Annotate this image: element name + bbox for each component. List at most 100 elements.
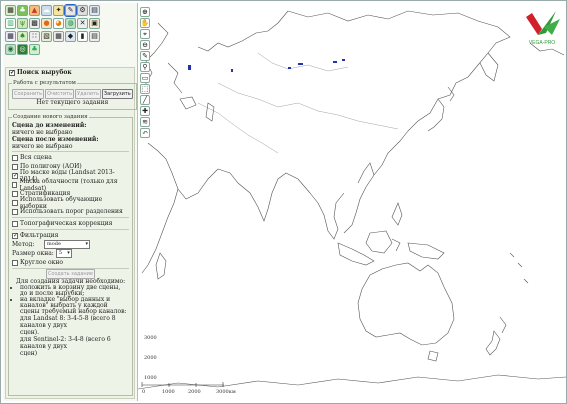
after-scene-value: ничего не выбрано — [12, 143, 73, 150]
select-icon[interactable]: ⌖ — [140, 29, 150, 39]
results-buttons: Сохранить Очистить Удалить Загрузить — [12, 89, 133, 99]
method-row: Метод: mode — [12, 240, 129, 249]
results-status: Нет текущего задания — [36, 99, 109, 106]
table-icon[interactable]: ▤ — [89, 5, 100, 16]
results-group: Работа с результатом Сохранить Очистить … — [8, 80, 137, 110]
tree2-icon[interactable]: ♠ — [17, 31, 28, 42]
option-label: Использовать порог разделения — [20, 208, 123, 215]
delete-button[interactable]: Удалить — [75, 89, 101, 99]
zoom-in-icon[interactable]: ⊕ — [140, 7, 150, 17]
world-map-outline — [138, 10, 566, 390]
tree-icon[interactable]: ♣ — [29, 44, 40, 55]
cloud-icon[interactable]: ☁ — [41, 5, 52, 16]
grid2-icon[interactable]: ▦ — [53, 31, 64, 42]
option-whole-scene[interactable]: Вся сцена — [12, 153, 129, 162]
option-filter[interactable]: Фильтрация — [12, 231, 129, 240]
panel-enable-checkbox[interactable] — [9, 69, 15, 76]
create-row: Создать задание — [12, 269, 129, 279]
grid-icon[interactable]: ▩ — [29, 18, 40, 29]
option-cloud-mask[interactable]: Маска облачности (только для Landsat) — [12, 178, 129, 192]
cube-icon[interactable]: ◆ — [65, 31, 76, 42]
pin-icon[interactable]: ● — [41, 18, 52, 29]
satellite-icon[interactable]: ✦ — [53, 5, 64, 16]
save-button[interactable]: Сохранить — [12, 89, 45, 99]
main-toolbar: ▦ ♣ ▲ ☁ ✦ ✎ ⚙ ▤ ▥ ψ ▩ ● ◕ ◍ ✕ ▣ ▦ ♠ ∷ ▧ … — [5, 4, 133, 63]
rect-icon[interactable]: ⬚ — [140, 84, 150, 94]
topo-checkbox[interactable] — [12, 220, 18, 227]
topo-label: Топографическая коррекция — [20, 220, 113, 227]
chart2-icon[interactable]: ▦ — [5, 31, 16, 42]
image-icon[interactable]: ▣ — [89, 18, 100, 29]
left-panel: ▦ ♣ ▲ ☁ ✦ ✎ ⚙ ▤ ▥ ψ ▩ ● ◕ ◍ ✕ ▣ ▦ ♠ ∷ ▧ … — [3, 3, 138, 401]
help-item: на вкладке "выбор данных и каналов" выбр… — [20, 297, 129, 315]
option-checkbox[interactable] — [12, 172, 18, 179]
globe-icon[interactable]: ◉ — [5, 44, 16, 55]
scale-label: 2000 — [188, 389, 201, 395]
divider — [12, 217, 129, 218]
divider — [12, 151, 129, 152]
before-scene-label: Сцена до изменений: — [12, 122, 87, 129]
vega-pro-logo: VEGA-PRO — [526, 11, 560, 46]
pencil-icon[interactable]: ✎ — [140, 51, 150, 61]
option-checkbox[interactable] — [12, 208, 18, 215]
option-training[interactable]: Использовать обучающие выборки — [12, 196, 129, 210]
filter-checkbox[interactable] — [12, 232, 18, 239]
method-label: Метод: — [12, 241, 35, 248]
earth-icon[interactable]: ◍ — [65, 18, 76, 29]
panel-title: Поиск вырубок — [17, 69, 72, 76]
map-tools: ⊕ ✋ ⌖ ⊖ ✎ ⚲ ▭ ⬚ ╱ ✚ ≋ ↶ — [140, 7, 152, 139]
new-task-group: Создание нового задания Сцена до изменен… — [8, 114, 133, 396]
table2-icon[interactable]: ▤ — [89, 31, 100, 42]
line-icon[interactable]: ╱ — [140, 95, 150, 105]
map-view[interactable]: ⊕ ✋ ⌖ ⊖ ✎ ⚲ ▭ ⬚ ╱ ✚ ≋ ↶ VEGA-PRO 3000 20… — [138, 3, 566, 401]
gear-icon[interactable]: ⚙ — [77, 5, 88, 16]
zoom-out-icon[interactable]: ⊖ — [140, 40, 150, 50]
option-threshold[interactable]: Использовать порог разделения — [12, 207, 129, 216]
layers-icon[interactable]: ≋ — [140, 117, 150, 127]
leaf-icon[interactable]: ♣ — [17, 5, 28, 16]
help-line: сцен) — [20, 350, 38, 357]
help-line: для Sentinel-2: 3-4-8 (всего 6 каналов у… — [20, 336, 111, 350]
option-checkbox[interactable] — [12, 199, 18, 206]
option-checkbox[interactable] — [12, 163, 18, 170]
forest-icon[interactable]: ◎ — [17, 44, 28, 55]
tool-icon[interactable]: ✚ — [140, 106, 150, 116]
window-select[interactable]: 5 — [55, 249, 72, 258]
option-round-window[interactable]: Круглое окно — [12, 258, 129, 267]
undo-icon[interactable]: ↶ — [140, 128, 150, 138]
window-label: Размер окна: — [12, 250, 54, 257]
method-select[interactable]: mode — [44, 240, 90, 249]
bar-chart-icon[interactable]: ▮ — [77, 31, 88, 42]
measure-icon[interactable]: ▭ — [140, 73, 150, 83]
y-label: 2000 — [144, 355, 157, 361]
load-button[interactable]: Загрузить — [101, 89, 133, 99]
help-list: положить в корзину две сцены, до и после… — [12, 285, 129, 315]
scale-label: 0 — [142, 389, 146, 395]
help-line: для Landsat 8: 3-4-5-8 (всего 8 каналов … — [20, 315, 116, 329]
hand-icon[interactable]: ✋ — [140, 18, 150, 28]
divider — [12, 229, 129, 230]
help-line: сцен). — [20, 329, 40, 336]
before-scene-value: ничего не выбрано — [12, 129, 73, 136]
tools-icon[interactable]: ✕ — [77, 18, 88, 29]
app-window: ▦ ♣ ▲ ☁ ✦ ✎ ⚙ ▤ ▥ ψ ▩ ● ◕ ◍ ✕ ▣ ▦ ♠ ∷ ▧ … — [0, 0, 567, 404]
pie-icon[interactable]: ◕ — [53, 18, 64, 29]
scale-label: 1000 — [162, 389, 175, 395]
panel-header: Поиск вырубок — [9, 69, 72, 76]
option-checkbox[interactable] — [12, 181, 18, 188]
wrench-icon[interactable]: ✎ — [64, 4, 77, 17]
new-task-legend: Создание нового задания — [13, 114, 88, 120]
option-checkbox[interactable] — [12, 190, 18, 197]
option-checkbox[interactable] — [12, 154, 18, 161]
grass-icon[interactable]: ψ — [17, 18, 28, 29]
option-topo[interactable]: Топографическая коррекция — [12, 219, 129, 228]
clear-button[interactable]: Очистить — [45, 89, 75, 99]
fire-icon[interactable]: ▲ — [29, 5, 40, 16]
magnify-icon[interactable]: ⚲ — [140, 62, 150, 72]
round-window-checkbox[interactable] — [12, 259, 18, 266]
dots-icon[interactable]: ∷ — [29, 31, 40, 42]
chart-icon[interactable]: ▥ — [5, 18, 16, 29]
layer-icon[interactable]: ▦ — [5, 5, 16, 16]
y-label: 3000 — [144, 335, 157, 341]
map-icon[interactable]: ▧ — [41, 31, 52, 42]
